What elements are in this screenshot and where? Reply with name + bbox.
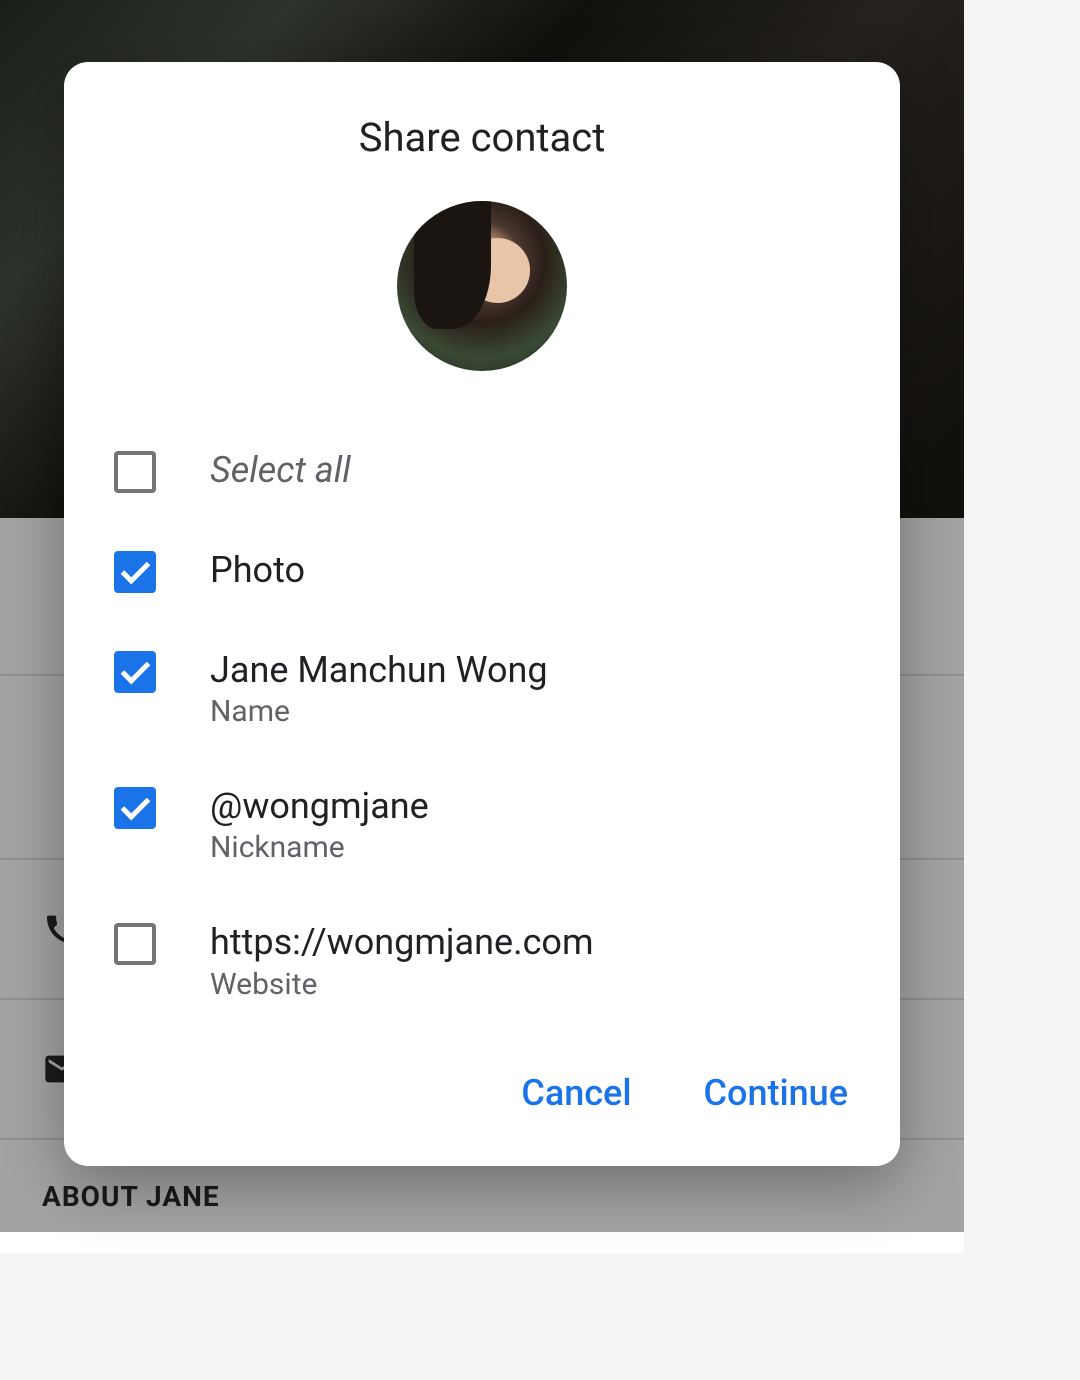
- nickname-text: @wongmjane Nickname: [210, 785, 850, 865]
- cancel-button[interactable]: Cancel: [513, 1064, 639, 1122]
- contact-avatar: [397, 201, 567, 371]
- select-all-text: Select all: [210, 449, 850, 492]
- select-all-label: Select all: [210, 449, 850, 492]
- dialog-actions: Cancel Continue: [64, 1030, 900, 1166]
- share-contact-dialog: Share contact Select all Photo Jane Manc…: [64, 62, 900, 1166]
- website-checkbox[interactable]: [114, 923, 156, 965]
- share-options-list: Select all Photo Jane Manchun Wong Name …: [64, 421, 900, 1030]
- select-all-row[interactable]: Select all: [114, 421, 850, 521]
- select-all-checkbox[interactable]: [114, 451, 156, 493]
- photo-text: Photo: [210, 549, 850, 592]
- name-text: Jane Manchun Wong Name: [210, 649, 850, 729]
- nickname-checkbox[interactable]: [114, 787, 156, 829]
- website-value: https://wongmjane.com: [210, 921, 850, 964]
- share-item-nickname[interactable]: @wongmjane Nickname: [114, 757, 850, 893]
- website-field-label: Website: [210, 967, 850, 1002]
- share-item-name[interactable]: Jane Manchun Wong Name: [114, 621, 850, 757]
- name-value: Jane Manchun Wong: [210, 649, 850, 692]
- nickname-value: @wongmjane: [210, 785, 850, 828]
- photo-checkbox[interactable]: [114, 551, 156, 593]
- nickname-field-label: Nickname: [210, 830, 850, 865]
- avatar-container: [64, 201, 900, 421]
- name-field-label: Name: [210, 694, 850, 729]
- share-item-photo[interactable]: Photo: [114, 521, 850, 621]
- photo-label: Photo: [210, 549, 850, 592]
- name-checkbox[interactable]: [114, 651, 156, 693]
- website-text: https://wongmjane.com Website: [210, 921, 850, 1001]
- dialog-title: Share contact: [64, 62, 900, 201]
- share-item-website[interactable]: https://wongmjane.com Website: [114, 893, 850, 1029]
- continue-button[interactable]: Continue: [696, 1064, 856, 1122]
